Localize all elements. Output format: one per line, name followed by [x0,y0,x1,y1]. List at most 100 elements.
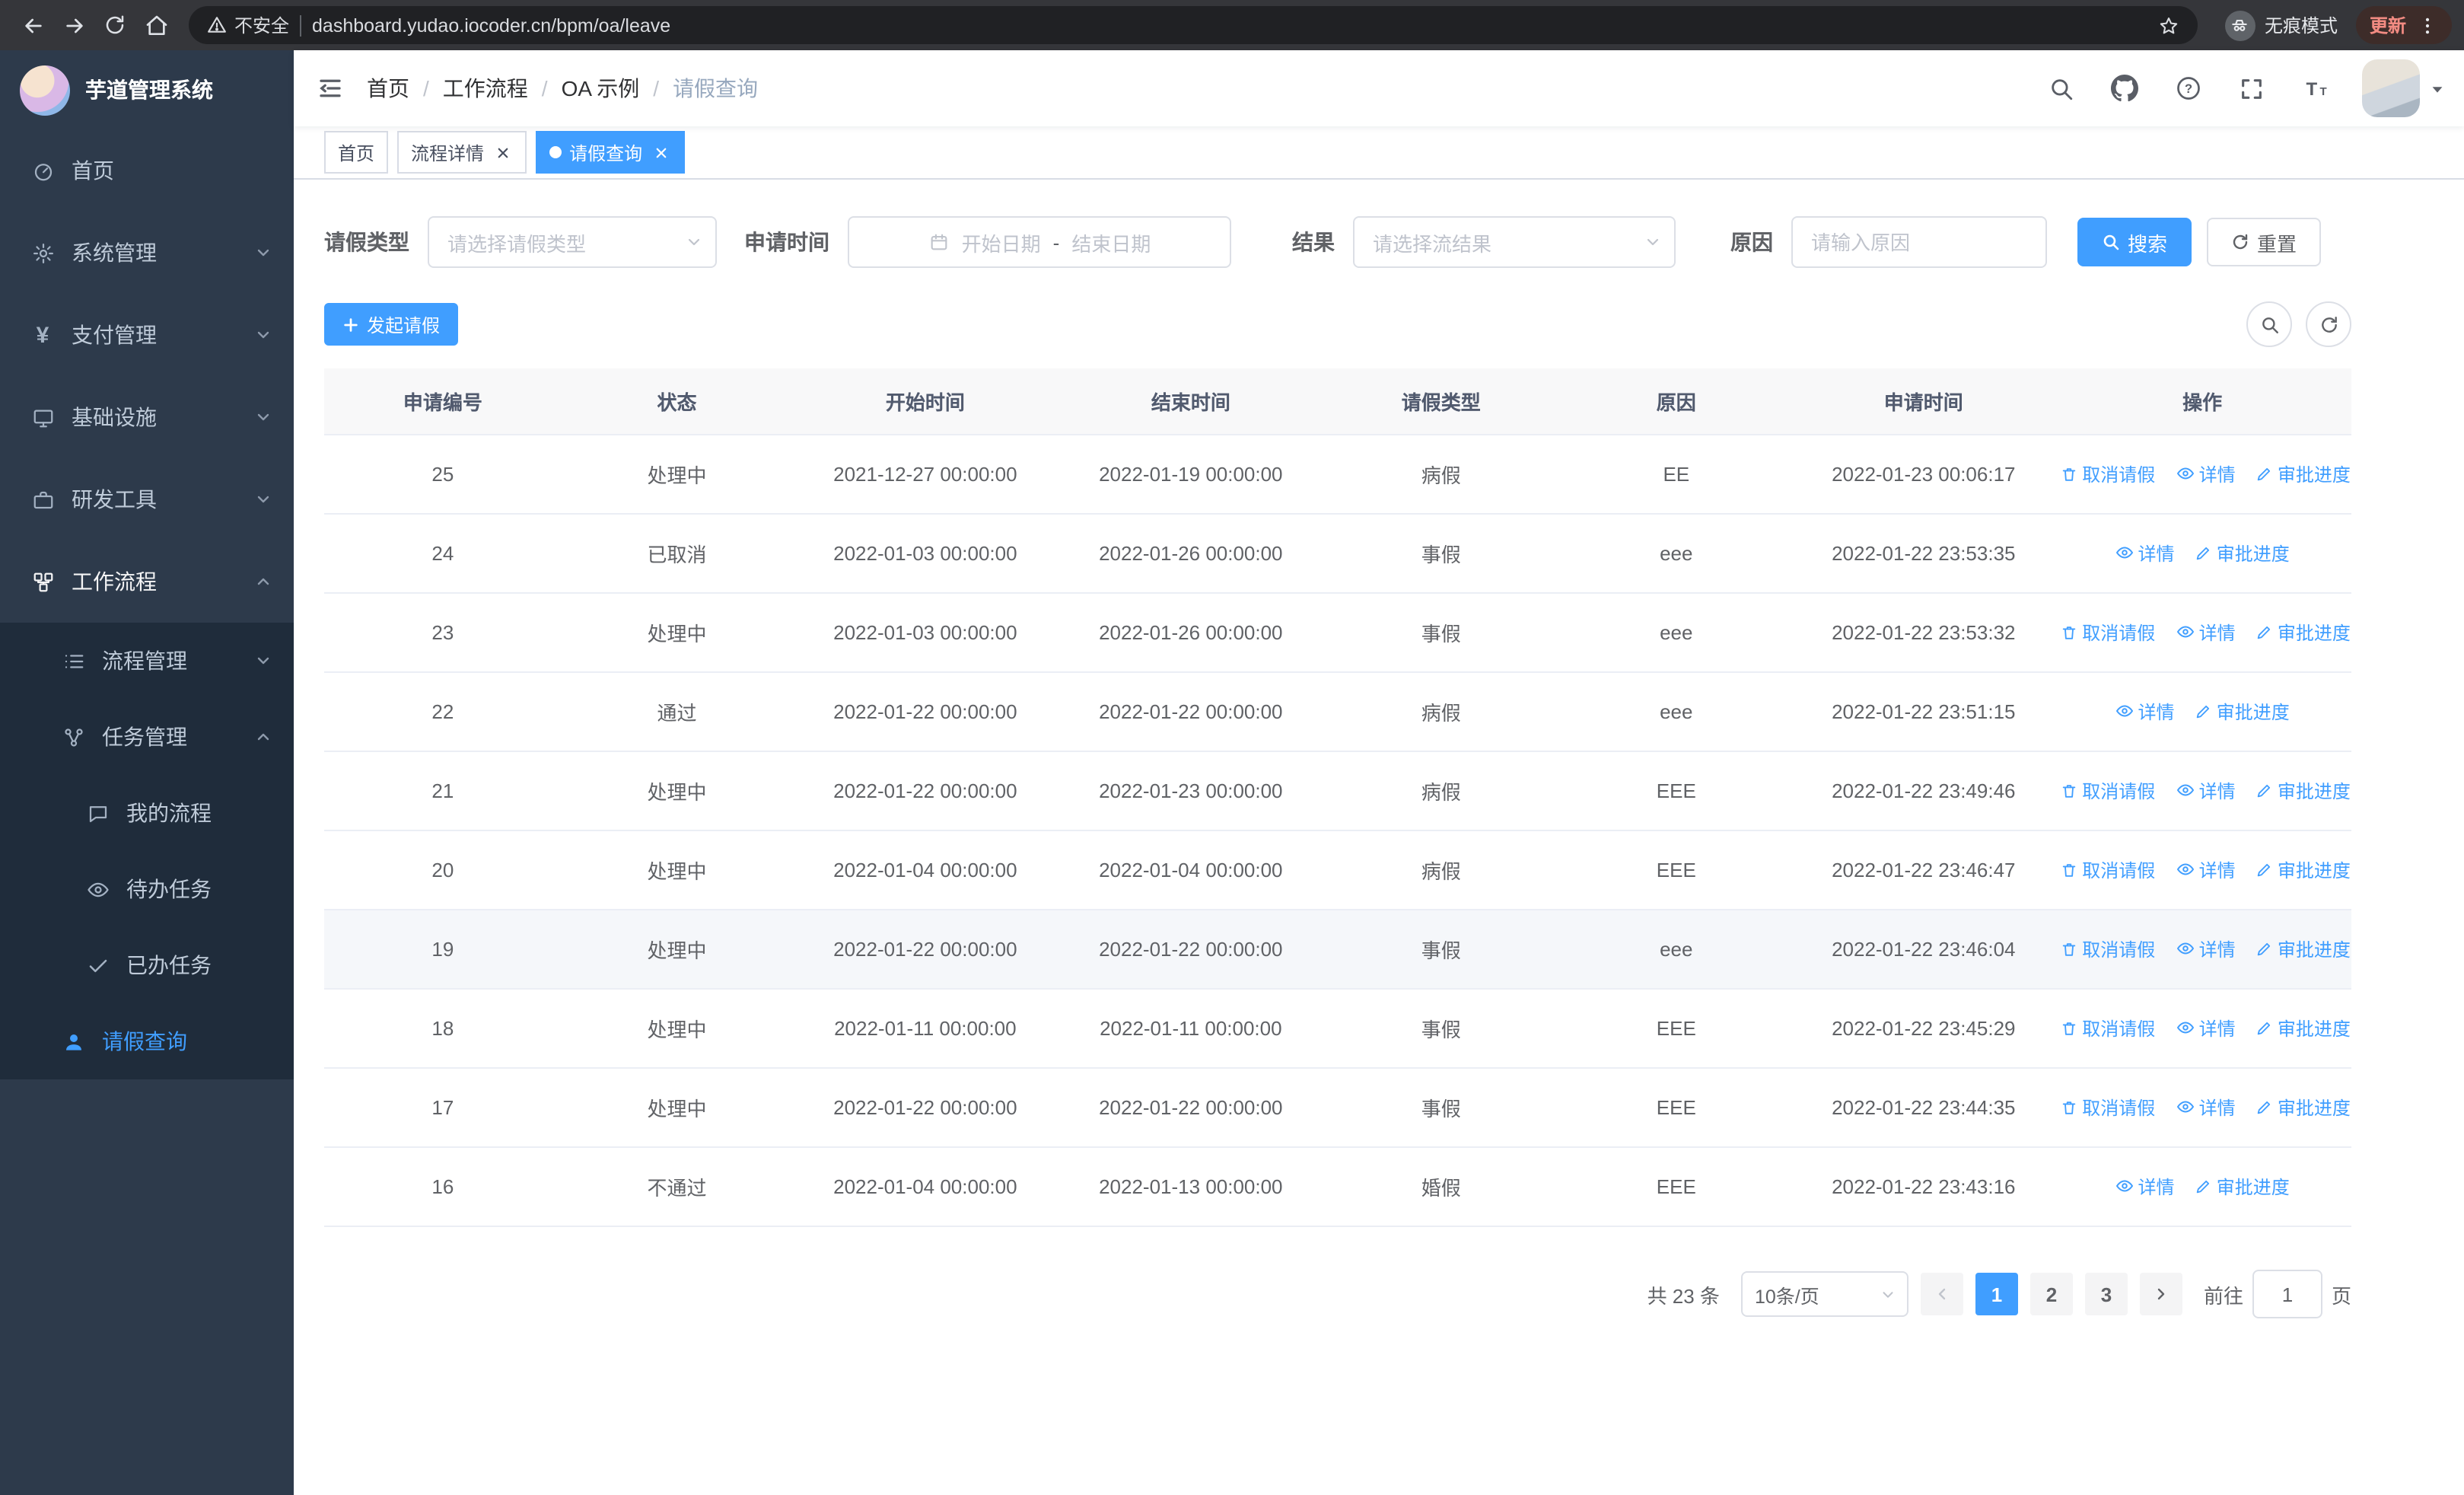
sidebar-item-todo-tasks[interactable]: 待办任务 [0,851,294,927]
cell-status: 处理中 [561,910,793,990]
cell-end-time: 2022-01-26 00:00:00 [1058,593,1324,673]
sidebar-item-devtools[interactable]: 研发工具 [0,458,294,540]
detail-link[interactable]: 详情 [2176,857,2236,883]
approval-progress-link[interactable]: 审批进度 [2195,541,2290,567]
breadcrumb-workflow[interactable]: 工作流程 [443,73,528,104]
tab-process-detail[interactable]: 流程详情 [397,131,527,174]
approval-progress-link[interactable]: 审批进度 [2256,620,2351,646]
detail-link[interactable]: 详情 [2115,1174,2175,1200]
approval-progress-link[interactable]: 审批进度 [2256,858,2351,884]
cancel-leave-link[interactable]: 取消请假 [2061,779,2155,805]
search-button[interactable]: 搜索 [2077,218,2192,266]
reason-input[interactable] [1793,231,2045,253]
cancel-leave-link[interactable]: 取消请假 [2061,1016,2155,1042]
page-button-2[interactable]: 2 [2029,1273,2073,1315]
sidebar-item-leave-query[interactable]: 请假查询 [0,1003,294,1079]
cell-operations: 取消请假 详情 审批进度 [2053,1068,2351,1148]
detail-link[interactable]: 详情 [2115,699,2175,725]
cell-apply-time: 2022-01-22 23:44:35 [1794,1068,2054,1148]
cancel-leave-link[interactable]: 取消请假 [2061,937,2155,963]
detail-link[interactable]: 详情 [2176,1015,2236,1041]
toggle-search-button[interactable] [2246,301,2292,347]
close-icon[interactable] [650,142,671,163]
breadcrumb-oa-example[interactable]: OA 示例 [562,73,640,104]
font-size-button[interactable]: TT [2286,50,2347,126]
leave-type-select[interactable]: 请选择请假类型 [428,216,717,268]
cell-apply-id: 23 [324,593,562,673]
tab-home[interactable]: 首页 [324,131,389,174]
sidebar-item-payment[interactable]: ¥ 支付管理 [0,294,294,376]
url-text[interactable]: dashboard.yudao.iocoder.cn/bpm/oa/leave [312,14,2147,36]
approval-progress-link[interactable]: 审批进度 [2256,462,2351,488]
cell-operations: 详情 审批进度 [2053,514,2351,594]
back-button[interactable] [12,5,53,46]
help-button[interactable]: ? [2160,50,2217,126]
sidebar-item-system[interactable]: 系统管理 [0,212,294,294]
github-link[interactable] [2096,50,2154,126]
approval-progress-link[interactable]: 审批进度 [2195,1175,2290,1200]
sidebar-toggle-button[interactable] [294,50,367,126]
goto-page-input[interactable] [2252,1270,2322,1318]
page-size-select[interactable]: 10条/页 [1740,1271,1908,1317]
prev-page-button[interactable] [1920,1273,1963,1315]
cancel-leave-link[interactable]: 取消请假 [2061,620,2155,646]
reload-button[interactable] [94,5,135,46]
page-button-3[interactable]: 3 [2084,1273,2128,1315]
sidebar-item-task-mgmt[interactable]: 任务管理 [0,699,294,775]
bookmark-star-icon[interactable] [2158,14,2179,36]
browser-menu-button[interactable]: 更新 [2355,6,2452,44]
sidebar-item-my-process[interactable]: 我的流程 [0,775,294,851]
table-row: 22 通过 2022-01-22 00:00:00 2022-01-22 00:… [324,672,2351,752]
fullscreen-button[interactable] [2224,50,2280,126]
result-select[interactable]: 请选择流结果 [1353,216,1676,268]
sidebar-item-process-mgmt[interactable]: 流程管理 [0,623,294,699]
detail-link[interactable]: 详情 [2176,1095,2236,1120]
apply-time-range-picker[interactable]: 开始日期 - 结束日期 [848,216,1231,268]
header-search-button[interactable] [2033,50,2090,126]
page-button-1[interactable]: 1 [1975,1273,2018,1315]
cell-reason: EEE [1558,1147,1794,1227]
create-leave-button[interactable]: 发起请假 [324,303,459,346]
address-bar[interactable]: 不安全 dashboard.yudao.iocoder.cn/bpm/oa/le… [189,6,2198,44]
detail-link[interactable]: 详情 [2176,936,2236,962]
approval-progress-link[interactable]: 审批进度 [2256,1095,2351,1121]
leave-table-body: 25 处理中 2021-12-27 00:00:00 2022-01-19 00… [324,435,2351,1227]
breadcrumb-home[interactable]: 首页 [367,73,409,104]
forward-button[interactable] [53,5,94,46]
detail-link[interactable]: 详情 [2176,620,2236,645]
sidebar-item-done-tasks[interactable]: 已办任务 [0,927,294,1003]
approval-progress-link[interactable]: 审批进度 [2256,779,2351,805]
home-button[interactable] [135,5,177,46]
cell-leave-type: 病假 [1323,672,1559,752]
tab-leave-query[interactable]: 请假查询 [536,131,686,174]
user-avatar-menu[interactable] [2362,59,2446,117]
app-logo[interactable]: 芋道管理系统 [0,50,294,129]
sidebar-item-home[interactable]: 首页 [0,129,294,212]
cell-status: 通过 [561,672,793,752]
approval-progress-link[interactable]: 审批进度 [2256,937,2351,963]
detail-link[interactable]: 详情 [2115,540,2175,566]
detail-link[interactable]: 详情 [2176,461,2236,487]
approval-progress-link[interactable]: 审批进度 [2256,1016,2351,1042]
edit-pen-icon [2258,864,2271,877]
sidebar-item-infra[interactable]: 基础设施 [0,376,294,458]
cancel-leave-link[interactable]: 取消请假 [2061,858,2155,884]
cell-leave-type: 事假 [1323,989,1559,1069]
approval-progress-link[interactable]: 审批进度 [2195,700,2290,725]
detail-link[interactable]: 详情 [2176,778,2236,804]
reset-button[interactable]: 重置 [2207,218,2322,266]
refresh-table-button[interactable] [2306,301,2351,347]
trash-icon [2063,943,2076,957]
security-chip[interactable]: 不安全 [207,12,289,38]
cell-apply-id: 21 [324,751,562,831]
col-leave-type: 请假类型 [1323,368,1559,435]
sidebar: 芋道管理系统 首页 系统管理 ¥ 支付管理 基础设施 研发工具 工作流程 流程管… [0,50,294,1495]
cancel-leave-link[interactable]: 取消请假 [2061,462,2155,488]
sidebar-item-workflow[interactable]: 工作流程 [0,540,294,623]
next-page-button[interactable] [2139,1273,2182,1315]
cancel-leave-link[interactable]: 取消请假 [2061,1095,2155,1121]
close-icon[interactable] [492,142,513,163]
cell-start-time: 2022-01-22 00:00:00 [792,751,1059,831]
svg-text:?: ? [2185,82,2192,96]
cell-start-time: 2022-01-11 00:00:00 [792,989,1059,1069]
